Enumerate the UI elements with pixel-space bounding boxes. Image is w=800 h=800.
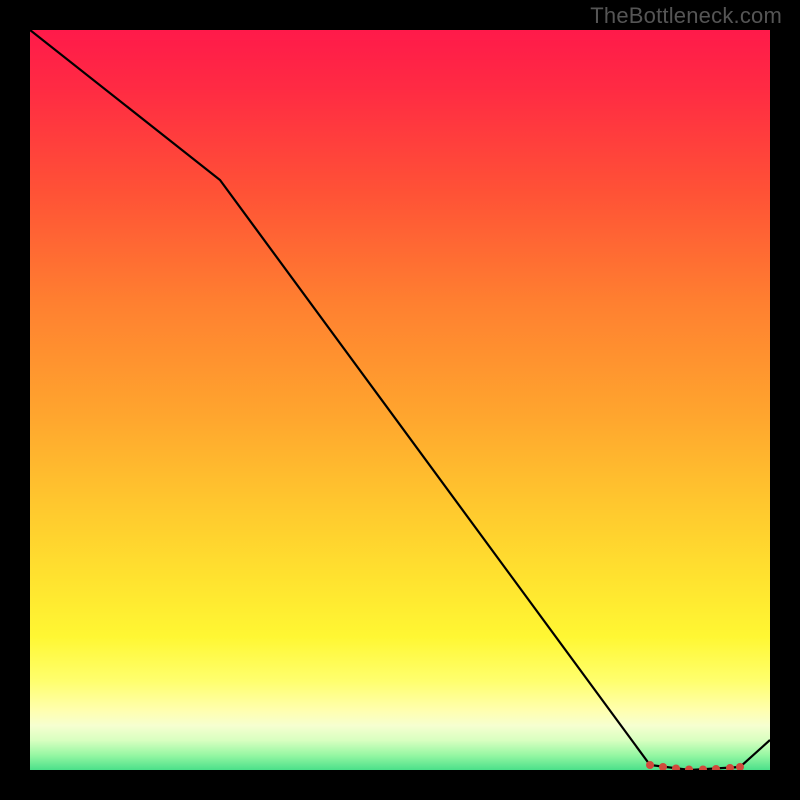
curve-marker (685, 766, 693, 771)
curve-marker (726, 764, 734, 770)
plot-area (30, 30, 770, 770)
curve-marker (699, 766, 707, 771)
curve-marker (672, 765, 680, 771)
curve-marker (712, 765, 720, 770)
curve-marker (646, 761, 654, 769)
watermark-text: TheBottleneck.com (590, 3, 782, 29)
line-chart-svg (30, 30, 770, 770)
chart-container: TheBottleneck.com (0, 0, 800, 800)
curve-path (30, 30, 770, 770)
curve-marker (659, 763, 667, 770)
